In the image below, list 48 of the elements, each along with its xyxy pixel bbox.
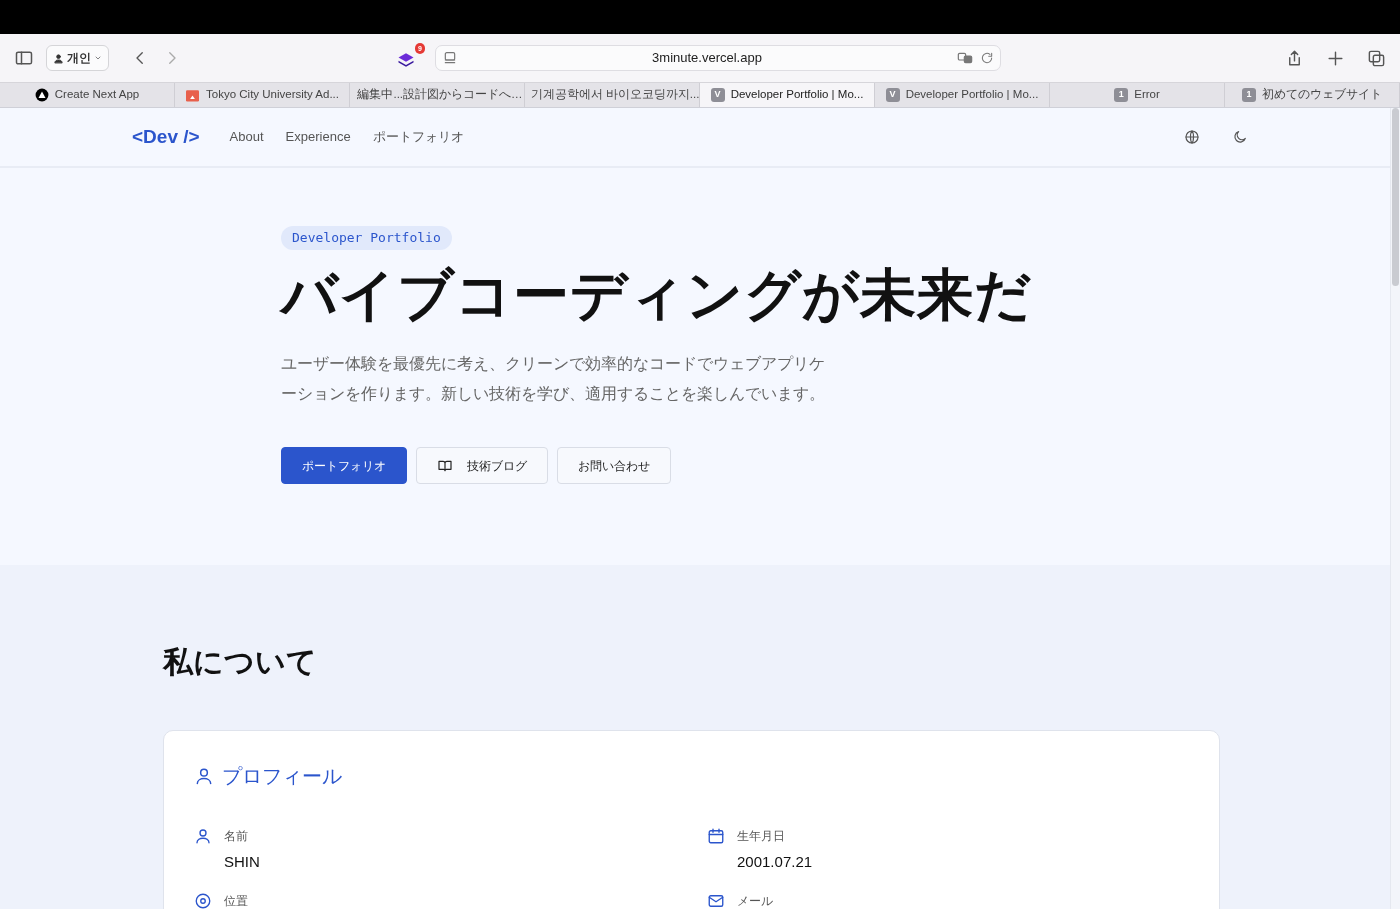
action-button[interactable]: 技術ブログ xyxy=(416,447,548,485)
browser-tab[interactable]: Create Next App xyxy=(0,83,175,107)
plus-icon xyxy=(1326,48,1345,68)
calendar-icon xyxy=(707,827,725,845)
browser-tab[interactable]: Tokyo City University Ad... xyxy=(175,83,350,107)
nav-link[interactable]: About xyxy=(229,127,264,147)
field-label: 位置 xyxy=(224,892,248,909)
section-heading: 私について xyxy=(163,644,318,680)
calendar-icon xyxy=(185,88,201,102)
person-icon xyxy=(194,827,212,845)
translate-icon[interactable] xyxy=(956,50,974,66)
action-button[interactable]: ポートフォリオ xyxy=(281,447,407,485)
field-label: 名前 xyxy=(224,828,249,845)
favicon-letter: 1 xyxy=(1242,88,1256,102)
person-icon xyxy=(53,52,64,64)
hero-description: ユーザー体験を最優先に考え、クリーンで効率的なコードでウェブアプリケーションを作ります。新しい技術を学び、適用することを楽しんでいます。 xyxy=(281,354,826,405)
profile-button[interactable]: 개인 xyxy=(46,45,109,71)
field-label: 生年月日 xyxy=(737,828,786,845)
favicon-letter: V xyxy=(710,88,725,102)
url-text: 3minute.vercel.app xyxy=(651,49,763,68)
address-bar[interactable]: 3minute.vercel.app xyxy=(435,45,1001,71)
hero-title: バイブコーディングが未来だ xyxy=(281,263,1033,326)
person-icon xyxy=(194,766,214,786)
card-title: プロフィール xyxy=(222,764,342,789)
scrollbar-thumb[interactable] xyxy=(1392,108,1399,286)
browser-tab[interactable]: V Developer Portfolio | Mo... xyxy=(875,83,1050,107)
field-label: メール xyxy=(737,892,773,909)
field-value: SHIN xyxy=(224,852,260,872)
sidebar-icon xyxy=(14,48,34,68)
globe-icon xyxy=(1184,129,1200,145)
nav-link[interactable]: Experience xyxy=(285,127,351,147)
chevron-down-icon xyxy=(94,54,102,62)
browser-tab[interactable]: V Developer Portfolio | Mo... xyxy=(700,83,875,107)
browser-tab[interactable]: 1 初めてのウェブサイト xyxy=(1225,83,1400,107)
action-button[interactable]: お問い合わせ xyxy=(557,447,671,485)
location-icon xyxy=(194,891,212,909)
browser-tab[interactable]: 1 Error xyxy=(1050,83,1225,107)
language-button[interactable] xyxy=(1182,127,1202,147)
tabs-icon xyxy=(1367,48,1386,68)
moon-icon xyxy=(1232,129,1248,145)
reload-icon[interactable] xyxy=(980,51,994,65)
site-logo[interactable]: <Dev /> xyxy=(132,122,200,152)
favicon-letter: 1 xyxy=(1114,88,1129,102)
page-icon xyxy=(442,50,458,66)
favicon-letter: V xyxy=(885,88,900,102)
nav-link[interactable]: ポートフォリオ xyxy=(372,127,464,147)
tag-badge: Developer Portfolio xyxy=(281,226,452,250)
field-value: 2001.07.21 xyxy=(737,852,813,872)
